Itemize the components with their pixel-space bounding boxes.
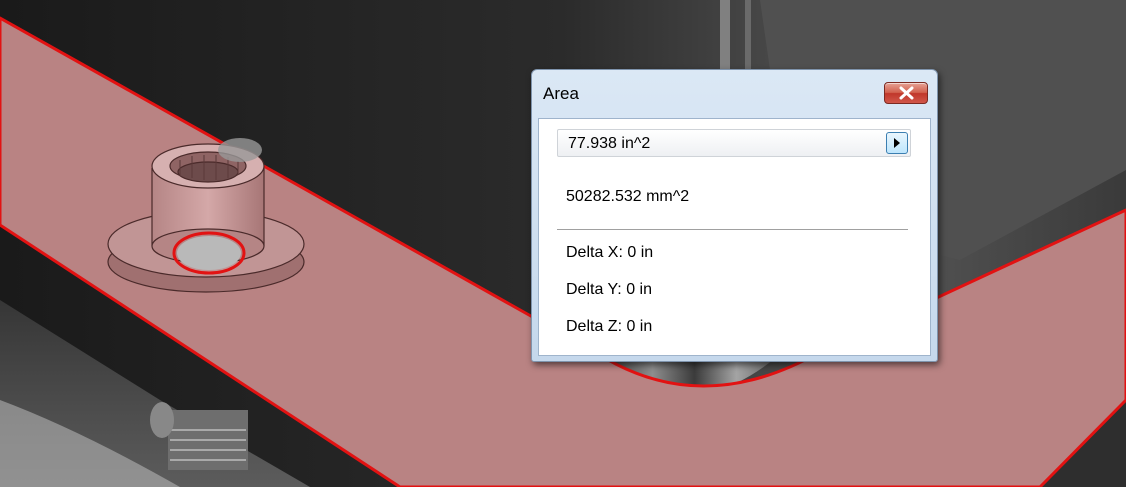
separator xyxy=(557,229,908,230)
secondary-area-value: 50282.532 mm^2 xyxy=(566,188,690,205)
primary-value-field[interactable]: 77.938 in^2 xyxy=(557,129,911,157)
play-icon xyxy=(894,138,900,148)
dialog-titlebar[interactable]: Area xyxy=(532,70,937,118)
expand-units-button[interactable] xyxy=(886,132,908,154)
delta-x-value: Delta X: 0 in xyxy=(566,244,654,261)
primary-area-value: 77.938 in^2 xyxy=(568,135,651,152)
dialog-title: Area xyxy=(543,84,579,103)
close-icon xyxy=(899,86,914,100)
dialog-content: 77.938 in^2 50282.532 mm^2 Delta X: 0 in… xyxy=(538,118,931,356)
delta-y-value: Delta Y: 0 in xyxy=(566,281,652,298)
area-dialog[interactable]: Area 77.938 in^2 50282.532 mm^2 Delta X:… xyxy=(531,69,938,362)
close-button[interactable] xyxy=(884,82,928,104)
delta-z-value: Delta Z: 0 in xyxy=(566,318,653,335)
